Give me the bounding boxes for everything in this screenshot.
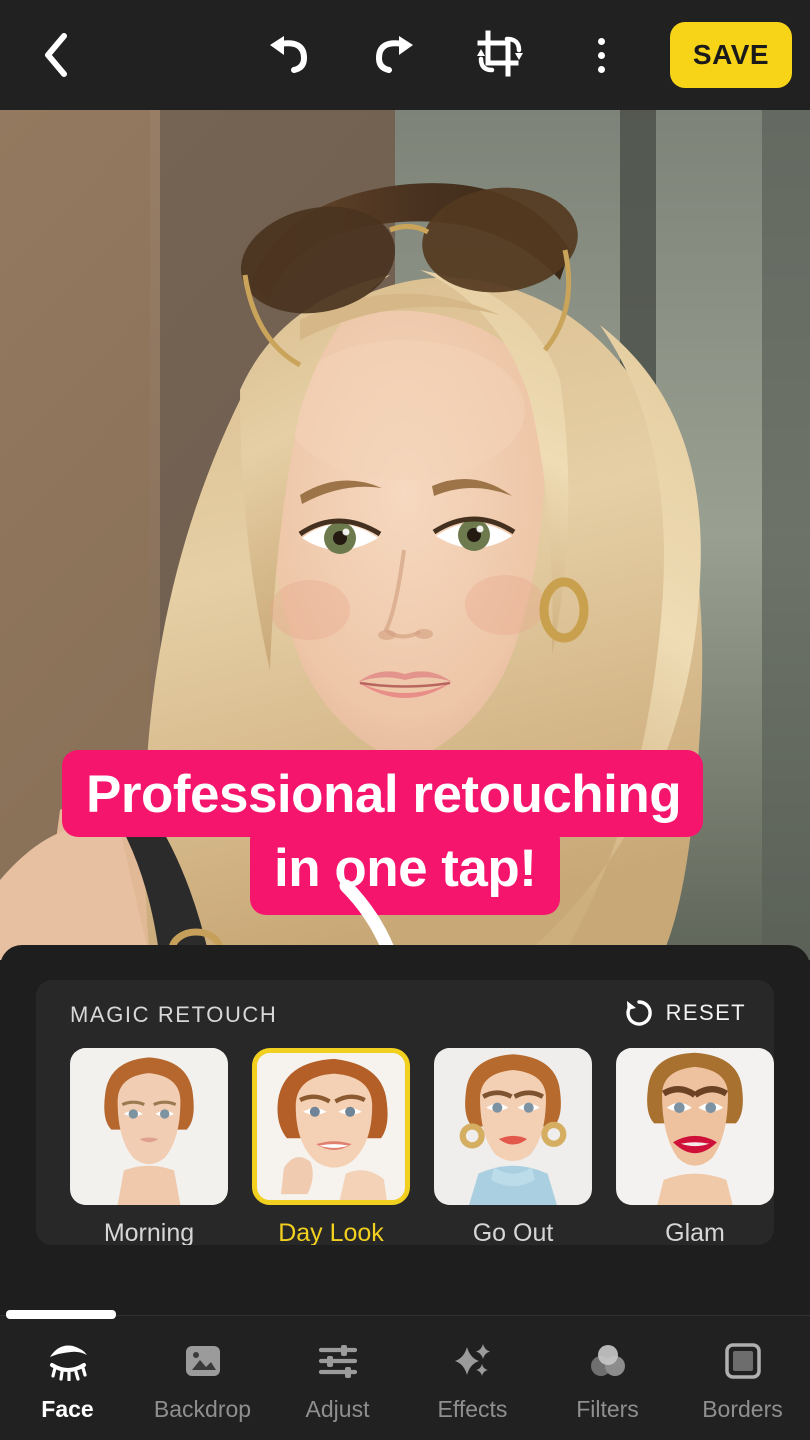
rotate-ccw-icon (626, 1000, 652, 1026)
more-vertical-icon (597, 37, 605, 73)
preset-item-morning[interactable]: Morning (70, 1048, 228, 1245)
nav-label: Adjust (305, 1395, 370, 1422)
save-button[interactable]: SAVE (670, 22, 792, 88)
magic-retouch-panel: MAGIC RETOUCH RESET Morning Day Look Go … (0, 945, 810, 1315)
nav-item-adjust[interactable]: Adjust (270, 1316, 405, 1440)
preset-label: Glam (665, 1219, 725, 1245)
bottom-nav: Face Backdrop Adjust Effects Filters Bor… (0, 1316, 810, 1440)
nav-item-backdrop[interactable]: Backdrop (135, 1316, 270, 1440)
preset-label: Go Out (472, 1219, 554, 1245)
undo-button[interactable] (255, 24, 321, 86)
sliders-icon (317, 1340, 359, 1382)
more-options-button[interactable] (570, 24, 632, 86)
preset-thumbnail[interactable] (434, 1048, 592, 1205)
nav-label: Face (41, 1395, 94, 1422)
morning-preview-image (70, 1048, 228, 1205)
circles-icon (587, 1340, 629, 1382)
go-out-preview-image (434, 1048, 592, 1205)
sparkles-icon (452, 1340, 494, 1382)
nav-item-filters[interactable]: Filters (540, 1316, 675, 1440)
magic-retouch-card: MAGIC RETOUCH RESET Morning Day Look Go … (36, 980, 774, 1245)
nav-label: Filters (576, 1395, 639, 1422)
nav-label: Backdrop (153, 1395, 252, 1422)
card-header: MAGIC RETOUCH RESET (36, 980, 774, 1052)
panel-title: MAGIC RETOUCH (70, 1002, 278, 1027)
preset-item-go-out[interactable]: Go Out (434, 1048, 592, 1245)
day-look-preview-image (257, 1053, 405, 1200)
preset-item-glam[interactable]: Glam (616, 1048, 774, 1245)
nav-item-effects[interactable]: Effects (405, 1316, 540, 1440)
image-icon (183, 1340, 223, 1382)
reset-button[interactable]: RESET (624, 998, 746, 1028)
promo-line-2: in one tap! (250, 824, 561, 915)
top-toolbar: SAVE (0, 0, 810, 110)
tab-active-indicator (6, 1310, 116, 1319)
crop-rotate-icon (477, 30, 523, 77)
preset-thumbnail[interactable] (70, 1048, 228, 1205)
nav-label: Borders (702, 1395, 783, 1422)
glam-preview-image (616, 1048, 774, 1205)
crop-rotate-button[interactable] (467, 24, 533, 86)
preset-thumbnail[interactable] (252, 1048, 410, 1205)
frame-icon (723, 1340, 763, 1382)
nav-divider (0, 1315, 810, 1316)
preset-label: Morning (103, 1219, 195, 1245)
nav-label: Effects (437, 1395, 508, 1422)
reset-label: RESET (665, 1000, 746, 1025)
photo-editor-screen: SAVE Professional retouching in one tap!… (0, 0, 810, 1440)
chevron-left-icon (45, 33, 67, 77)
eye-brow-icon (45, 1340, 91, 1382)
back-button[interactable] (22, 22, 88, 88)
preset-label: Day Look (278, 1219, 384, 1245)
undo-icon (270, 36, 308, 73)
nav-item-face[interactable]: Face (0, 1316, 135, 1440)
preset-list[interactable]: Morning Day Look Go Out Glam (36, 1048, 774, 1245)
redo-button[interactable] (362, 24, 428, 86)
nav-item-borders[interactable]: Borders (675, 1316, 810, 1440)
preset-item-day-look[interactable]: Day Look (252, 1048, 410, 1245)
preset-thumbnail[interactable] (616, 1048, 774, 1205)
redo-icon (375, 36, 413, 73)
